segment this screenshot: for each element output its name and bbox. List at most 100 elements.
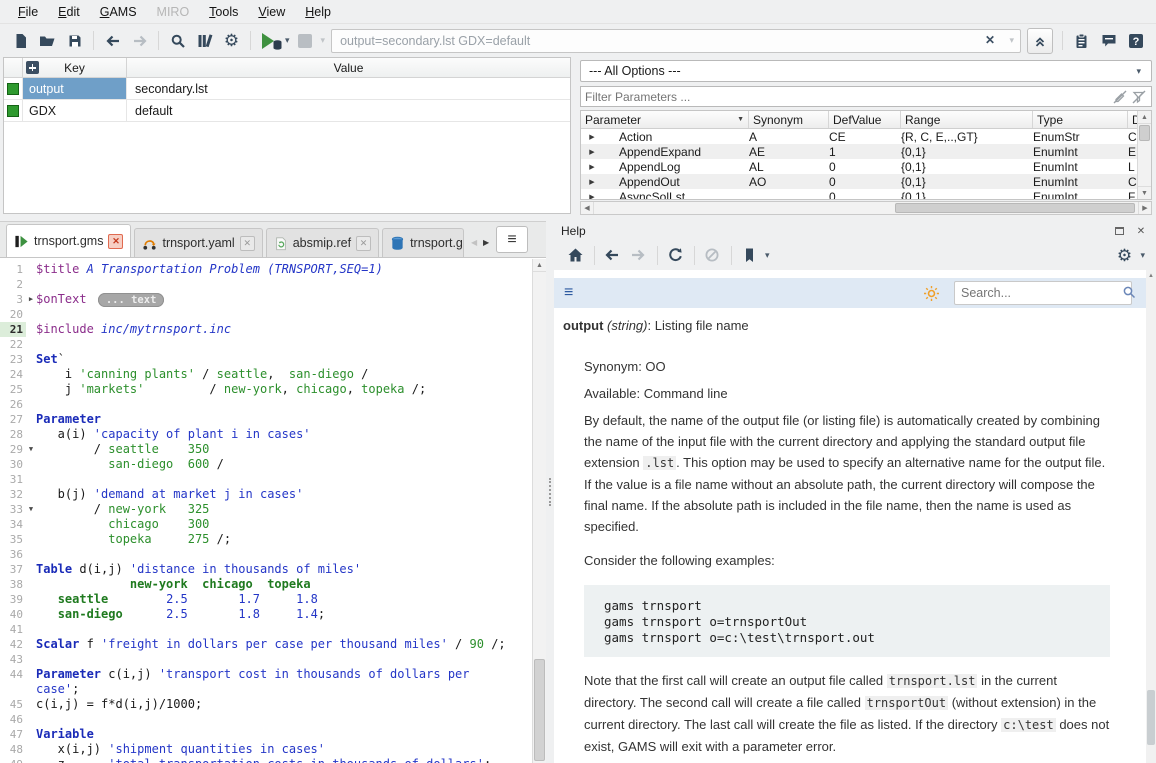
help-icon[interactable]: ?	[1123, 28, 1148, 53]
new-file-icon[interactable]	[8, 28, 33, 53]
edit-mode-disabled-icon[interactable]	[1112, 89, 1128, 105]
code-line[interactable]: 37Table d(i,j) 'distance in thousands of…	[0, 562, 532, 577]
scroll-up-icon[interactable]: ▲	[1138, 111, 1151, 124]
kv-value-column-header[interactable]: Value	[127, 58, 570, 77]
fold-expanded-icon[interactable]: ▼	[26, 502, 36, 517]
search-icon[interactable]	[165, 28, 190, 53]
options-vertical-scrollbar[interactable]: ▲ ▼	[1137, 111, 1151, 199]
code-line[interactable]: 49 z 'total transportation costs in thou…	[0, 757, 532, 763]
theme-toggle-sun-icon[interactable]	[923, 285, 940, 302]
scroll-tabs-right-icon[interactable]: ▶	[480, 238, 492, 247]
clear-filter-icon[interactable]	[1131, 89, 1147, 105]
parameter-value-cell[interactable]: default	[127, 100, 570, 121]
options-row[interactable]: ▶AsyncSolLst0{0,1}EnumIntF	[581, 189, 1151, 200]
code-line[interactable]: 1$title A Transportation Problem (TRNSPO…	[0, 262, 532, 277]
code-line[interactable]: 39 seattle 2.5 1.7 1.8	[0, 592, 532, 607]
menu-item-gams[interactable]: GAMS	[90, 2, 147, 22]
code-line[interactable]: 38 new-york chicago topeka	[0, 577, 532, 592]
code-line[interactable]: 26	[0, 397, 532, 412]
expand-row-icon[interactable]: ▶	[581, 178, 603, 186]
code-line[interactable]: case';	[0, 682, 532, 697]
code-line[interactable]: 23Set`	[0, 352, 532, 367]
column-header-defvalue[interactable]: DefValue	[829, 111, 901, 128]
help-settings-gear-icon[interactable]: ⚙	[1112, 244, 1136, 266]
parameter-key-cell[interactable]: output	[23, 78, 127, 99]
bookmark-icon[interactable]	[737, 244, 761, 266]
parameter-value-cell[interactable]: secondary.lst	[127, 78, 570, 99]
fold-collapsed-icon[interactable]: ▶	[26, 292, 36, 307]
scrollbar-thumb[interactable]	[1147, 690, 1155, 745]
collapse-parameter-editor-button[interactable]	[1027, 28, 1053, 54]
model-library-icon[interactable]	[192, 28, 217, 53]
bookmark-dropdown-icon[interactable]: ▾	[765, 250, 770, 261]
menu-item-file[interactable]: File	[8, 2, 48, 22]
code-line[interactable]: 20	[0, 307, 532, 322]
code-line[interactable]: 35 topeka 275 /;	[0, 532, 532, 547]
scroll-left-icon[interactable]: ◀	[581, 202, 594, 214]
close-tab-icon[interactable]: ✕	[356, 236, 371, 251]
parameter-row[interactable]: outputsecondary.lst	[4, 78, 570, 100]
menu-item-tools[interactable]: Tools	[199, 2, 248, 22]
add-parameter-icon[interactable]	[26, 61, 39, 74]
expand-row-icon[interactable]: ▶	[581, 133, 603, 141]
close-tab-icon[interactable]: ✕	[108, 234, 123, 249]
scroll-up-icon[interactable]: ▲	[1146, 270, 1156, 282]
expand-row-icon[interactable]: ▶	[581, 163, 603, 171]
tab-list-menu-button[interactable]: ≡	[496, 226, 528, 253]
expand-row-icon[interactable]: ▶	[581, 148, 603, 156]
code-line[interactable]: 48 x(i,j) 'shipment quantities in cases'	[0, 742, 532, 757]
code-line[interactable]: 41	[0, 622, 532, 637]
kv-key-column-header[interactable]: Key	[23, 58, 127, 77]
expand-row-icon[interactable]: ▶	[581, 193, 603, 201]
column-header-synonym[interactable]: Synonym	[749, 111, 829, 128]
code-line[interactable]: 31	[0, 472, 532, 487]
doc-search-input[interactable]	[961, 286, 1122, 300]
menu-item-view[interactable]: View	[248, 2, 295, 22]
code-line[interactable]: 30 san-diego 600 /	[0, 457, 532, 472]
reload-page-icon[interactable]	[663, 244, 687, 266]
code-line[interactable]: 33▼ / new-york 325	[0, 502, 532, 517]
code-line[interactable]: 24 i 'canning plants' / seattle, san-die…	[0, 367, 532, 382]
save-file-icon[interactable]	[62, 28, 87, 53]
back-icon[interactable]	[100, 28, 125, 53]
code-line[interactable]: 32 b(j) 'demand at market j in cases'	[0, 487, 532, 502]
code-line[interactable]: 27Parameter	[0, 412, 532, 427]
code-line[interactable]: 47Variable	[0, 727, 532, 742]
doc-search-magnifier-icon[interactable]	[1122, 285, 1136, 302]
tab-trnsport-g[interactable]: trnsport.g✕	[382, 228, 464, 257]
code-line[interactable]: 22	[0, 337, 532, 352]
scroll-right-icon[interactable]: ▶	[1138, 202, 1151, 214]
close-panel-icon[interactable]: ✕	[1133, 224, 1149, 238]
forward-icon[interactable]	[127, 28, 152, 53]
menu-item-edit[interactable]: Edit	[48, 2, 90, 22]
code-line[interactable]: 25 j 'markets' / new-york, chicago, tope…	[0, 382, 532, 397]
options-row[interactable]: ▶AppendExpandAE1{0,1}EnumIntE	[581, 144, 1151, 159]
scroll-up-icon[interactable]: ▲	[533, 259, 546, 272]
help-back-icon[interactable]	[600, 244, 624, 266]
options-row[interactable]: ▶AppendLogAL0{0,1}EnumIntL	[581, 159, 1151, 174]
code-line[interactable]: 40 san-diego 2.5 1.8 1.4;	[0, 607, 532, 622]
open-file-icon[interactable]	[35, 28, 60, 53]
scrollbar-thumb[interactable]	[895, 203, 1136, 213]
code-line[interactable]: 42Scalar f 'freight in dollars per case …	[0, 637, 532, 652]
code-line[interactable]: 2	[0, 277, 532, 292]
code-line[interactable]: 45c(i,j) = f*d(i,j)/1000;	[0, 697, 532, 712]
code-editor[interactable]: 1$title A Transportation Problem (TRNSPO…	[0, 259, 532, 763]
parameter-row[interactable]: GDXdefault	[4, 100, 570, 122]
scroll-down-icon[interactable]: ▼	[1138, 186, 1151, 199]
scrollbar-thumb[interactable]	[534, 659, 545, 761]
tab-absmip-ref[interactable]: absmip.ref✕	[266, 228, 379, 257]
settings-gear-icon[interactable]: ⚙	[219, 28, 244, 53]
run-options-dropdown-icon[interactable]: ▾	[285, 35, 290, 46]
log-output-icon[interactable]	[1096, 28, 1121, 53]
code-line[interactable]: 21$include inc/mytrnsport.inc	[0, 322, 532, 337]
column-header-range[interactable]: Range	[901, 111, 1033, 128]
fold-expanded-icon[interactable]: ▼	[26, 442, 36, 457]
code-line[interactable]: 43	[0, 652, 532, 667]
close-tab-icon[interactable]: ✕	[240, 236, 255, 251]
menu-item-help[interactable]: Help	[295, 2, 341, 22]
clear-parameters-icon[interactable]: ✕	[985, 33, 995, 47]
code-line[interactable]: 36	[0, 547, 532, 562]
gams-parameters-input[interactable]	[331, 29, 1021, 53]
menu-item-miro[interactable]: MIRO	[147, 2, 200, 22]
